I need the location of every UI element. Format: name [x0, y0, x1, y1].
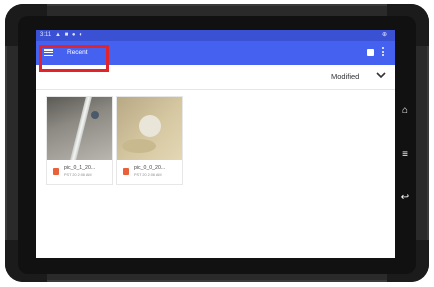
- image-thumbnail: [117, 97, 182, 160]
- image-thumbnail: [47, 97, 112, 160]
- sort-label[interactable]: Modified: [331, 72, 359, 81]
- more-icon[interactable]: [382, 47, 385, 59]
- file-meta: pic_0_1_20... PST 20 2:06 AM: [47, 160, 112, 184]
- file-meta: pic_0_0_20... PST 20 2:06 AM: [117, 160, 182, 184]
- file-card-2[interactable]: pic_0_0_20... PST 20 2:06 AM: [117, 97, 182, 184]
- chevron-down-icon[interactable]: [375, 70, 387, 80]
- file-name: pic_0_0_20...: [134, 165, 166, 171]
- thumbnail-object: [122, 139, 156, 153]
- highlight-box: [39, 45, 109, 72]
- status-icons: ▲ ■ ● ◐: [55, 32, 84, 38]
- image-file-icon: [123, 168, 129, 175]
- thumbnail-light: [70, 97, 92, 160]
- file-name: pic_0_1_20...: [64, 165, 96, 171]
- home-icon[interactable]: ⌂: [398, 106, 412, 116]
- thumbnail-object: [91, 111, 99, 119]
- grid-icon[interactable]: [367, 49, 374, 56]
- file-card-1[interactable]: pic_0_1_20... PST 20 2:06 AM: [47, 97, 112, 184]
- image-file-icon: [53, 168, 59, 175]
- file-date: PST 20 2:06 AM: [64, 173, 92, 177]
- status-time: 3:11: [40, 32, 52, 38]
- thumbnail-object: [139, 115, 161, 137]
- status-bar: 3:11 ▲ ■ ● ◐ ⊕: [36, 30, 395, 41]
- file-date: PST 20 2:06 AM: [134, 173, 162, 177]
- status-indicator: ⊕: [381, 32, 387, 38]
- divider: [36, 89, 395, 90]
- menu-icon[interactable]: ≡: [398, 150, 412, 160]
- back-icon[interactable]: ↩: [398, 193, 412, 203]
